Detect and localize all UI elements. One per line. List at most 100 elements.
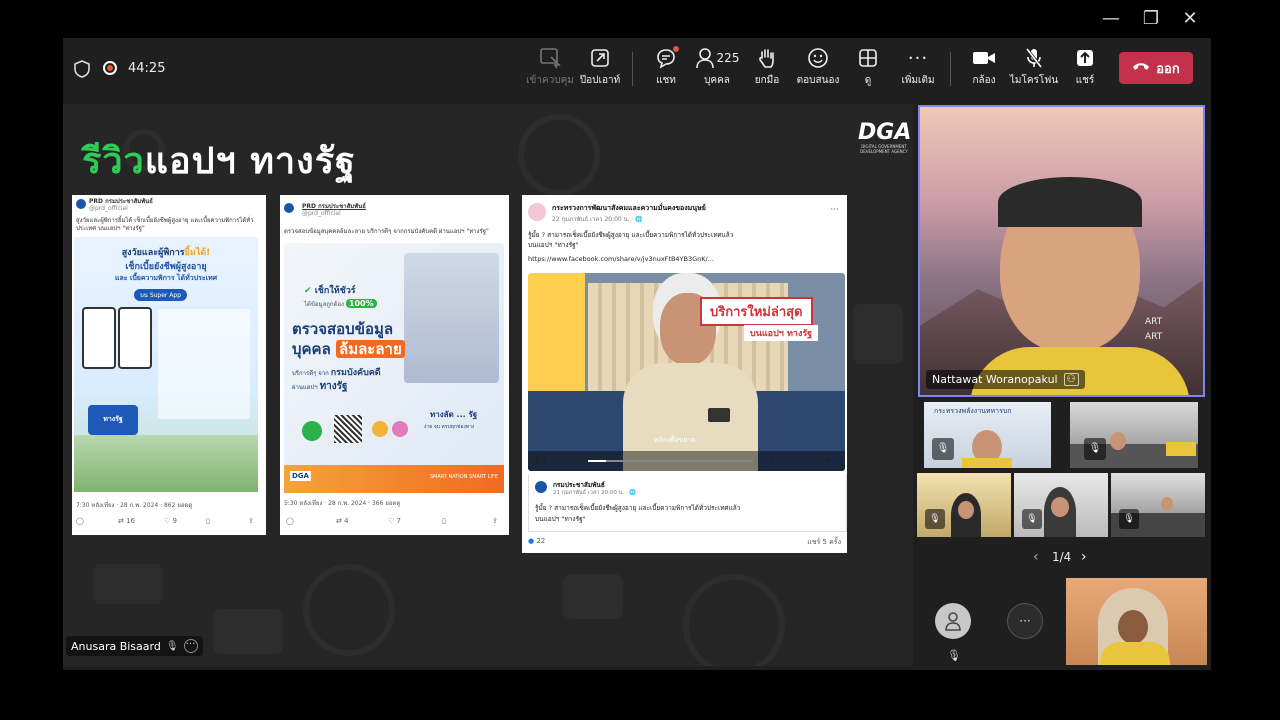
post-options-icon[interactable]: ···: [830, 205, 839, 215]
video-progress-bar[interactable]: [588, 460, 753, 462]
pip-icon[interactable]: ▭: [804, 455, 812, 464]
settings-icon[interactable]: ⚙: [768, 455, 775, 464]
background-text-1: ART: [1145, 317, 1163, 327]
reply-icon[interactable]: ◯: [76, 517, 84, 525]
volume-icon[interactable]: ◀: [824, 455, 830, 464]
more-participants-button[interactable]: ···: [1007, 603, 1043, 639]
account-handle: @prd_official: [302, 210, 341, 217]
headline-text: สูงวัยและผู้พิการ: [121, 248, 185, 258]
view-label: ดู: [864, 75, 872, 86]
shared-post: กรมประชาสัมพันธ์ 21 กุมภาพันธ์ เวลา 20:0…: [528, 475, 847, 532]
avatar: [284, 203, 294, 213]
badge-icon: [372, 421, 388, 437]
popout-label: ป๊อปเอาท์: [579, 75, 621, 86]
phone-mockup: [82, 307, 116, 369]
shared-date: 21 กุมภาพันธ์ เวลา 20:00 น. · 🌐: [553, 490, 637, 496]
check-label: เช็กให้ชัวร์: [314, 286, 356, 296]
tweet-text: สูงวัยและผู้พิการยิ้มได้ เช็กเบี้ยยังชีพ…: [76, 217, 254, 232]
reply-icon[interactable]: ◯: [286, 517, 294, 525]
headline-emphasis: ยิ้มได้!: [184, 248, 211, 258]
post-text-1: รู้มั้ย ? สามารถเช็คเบี้ยยังชีพผู้สูงอาย…: [528, 231, 734, 239]
app-name: ทางรัฐ: [103, 415, 123, 423]
next-page-icon[interactable]: ›: [1081, 549, 1087, 565]
shared-text-1: รู้มั้ย ? สามารถเช็คเบี้ยยังชีพผู้สูงอาย…: [535, 504, 741, 512]
avatar: [76, 199, 86, 209]
click-to-expand[interactable]: คลิกเพื่อขยาย: [654, 435, 695, 446]
share-icon[interactable]: ⇪: [492, 517, 498, 525]
maximize-button[interactable]: ❐: [1133, 4, 1169, 32]
fullscreen-icon[interactable]: ⤢: [786, 455, 792, 465]
bookmark-icon[interactable]: ▯: [206, 517, 210, 525]
qr-code: [334, 415, 362, 443]
mic-muted-icon: 🎙︎: [165, 640, 179, 652]
bookmark-icon[interactable]: ▯: [442, 517, 446, 525]
sub1: บริการดีๆ จาก: [292, 370, 329, 377]
retweet-count: 16: [126, 517, 136, 525]
retweet-count: 4: [344, 517, 349, 525]
background-decoration: [518, 114, 600, 196]
video-player[interactable]: บริการใหม่ล่าสุด บนแอปฯ ทางรัฐ คลิกเพื่อ…: [528, 273, 845, 471]
retweet-button[interactable]: ⇄ 4: [336, 517, 349, 525]
grid-view-icon: [858, 46, 878, 70]
avatar: [528, 203, 546, 221]
phone-in-hand: [708, 408, 730, 422]
share-button[interactable]: แชร์: [1054, 46, 1116, 94]
post-link[interactable]: https://www.facebook.com/share/v/jv3nuxF…: [528, 255, 714, 263]
tweet-card: PRD กรมประชาสัมพันธ์ @prd_official ตรวจส…: [280, 195, 509, 535]
participant-video[interactable]: กระทรวงพลังงานทหารบก 🎙︎: [924, 402, 1051, 468]
background-decoration: [563, 574, 623, 619]
image-headline-2: เช็กเบี้ยยังชีพผู้สูงอายุ: [125, 262, 207, 272]
ellipsis-icon: ···: [907, 47, 929, 69]
like-button[interactable]: ♡ 9: [164, 517, 177, 525]
self-avatar[interactable]: [935, 603, 971, 639]
speaker-name-tag: Nattawat Woranopakul ⚇: [926, 370, 1085, 389]
phone-hangup-icon: [1132, 60, 1150, 76]
facebook-post-card: กระทรวงการพัฒนาสังคมและความมั่นคงของมนุษ…: [522, 195, 847, 553]
person-icon: [945, 612, 961, 631]
sub2b: ทางรัฐ: [319, 381, 348, 392]
pause-icon[interactable]: ❚❚: [534, 455, 547, 464]
like-button[interactable]: ♡ 7: [388, 517, 401, 525]
reaction-count: 22: [536, 537, 546, 545]
overlay-title: บริการใหม่ล่าสุด: [700, 297, 813, 326]
close-window-button[interactable]: ✕: [1172, 4, 1208, 32]
leave-button[interactable]: ออก: [1119, 52, 1193, 84]
sub1b: กรมบังคับคดี: [330, 368, 381, 378]
more-options-icon[interactable]: ···: [183, 639, 198, 653]
share-icon[interactable]: ⇪: [248, 517, 254, 525]
participant-video[interactable]: 🎙︎: [917, 473, 1011, 537]
participant-video[interactable]: 🎙︎: [1070, 402, 1198, 468]
account-name: กระทรวงการพัฒนาสังคมและความมั่นคงของมนุษ…: [552, 204, 706, 212]
speaker-name: Nattawat Woranopakul: [932, 373, 1058, 386]
share-icon: [1075, 46, 1095, 70]
more-button[interactable]: ··· เพิ่มเติม: [887, 46, 949, 94]
presenter-name: Anusara Bisaard: [71, 639, 161, 653]
overlay-subtitle: บนแอปฯ ทางรัฐ: [744, 325, 819, 341]
slide-title-white: แอปฯ ทางรัฐ: [144, 141, 356, 182]
headline-2b: ล้มละลาย: [336, 340, 405, 358]
participant-video[interactable]: 🎙︎: [1014, 473, 1108, 537]
share-count: แชร์ 5 ครั้ง: [807, 538, 841, 546]
popout-button[interactable]: ป๊อปเอาท์: [569, 46, 631, 94]
participant-video[interactable]: 🎙︎: [1111, 473, 1205, 537]
tweet-card: PRD กรมประชาสัมพันธ์ @prd_official สูงวั…: [72, 195, 266, 535]
minimize-button[interactable]: —: [1093, 4, 1129, 32]
video-controls: ❚❚ 0:09 / 1:25 ⚙ ⤢ ▭ ◀: [528, 451, 845, 471]
image-footer: DGA SMART NATION SMART LIFE: [284, 465, 504, 493]
more-label: เพิ่มเติม: [901, 75, 935, 86]
speaker-hair: [998, 177, 1142, 227]
background-decoration: [853, 304, 903, 364]
footer-tagline: SMART NATION SMART LIFE: [429, 474, 498, 480]
retweet-button[interactable]: ⇄ 16: [118, 517, 135, 525]
self-video[interactable]: [1066, 578, 1207, 665]
tweet-text: ตรวจสอบข้อมูลบุคคลล้มละลาย บริการดีๆ จาก…: [284, 228, 489, 235]
account-handle: @prd_official: [89, 205, 128, 212]
avatar: [535, 481, 547, 493]
steps-panel: [158, 309, 250, 419]
background-decoration: [303, 564, 395, 656]
active-speaker-video[interactable]: ART ART Nattawat Woranopakul ⚇: [918, 105, 1205, 397]
check-text: ✔ เช็กให้ชัวร์: [304, 286, 356, 296]
previous-page-icon[interactable]: ‹: [1033, 549, 1039, 565]
image-headline: สูงวัยและผู้พิการยิ้มได้!: [74, 245, 258, 259]
mic-muted-icon: 🎙︎: [932, 438, 954, 460]
